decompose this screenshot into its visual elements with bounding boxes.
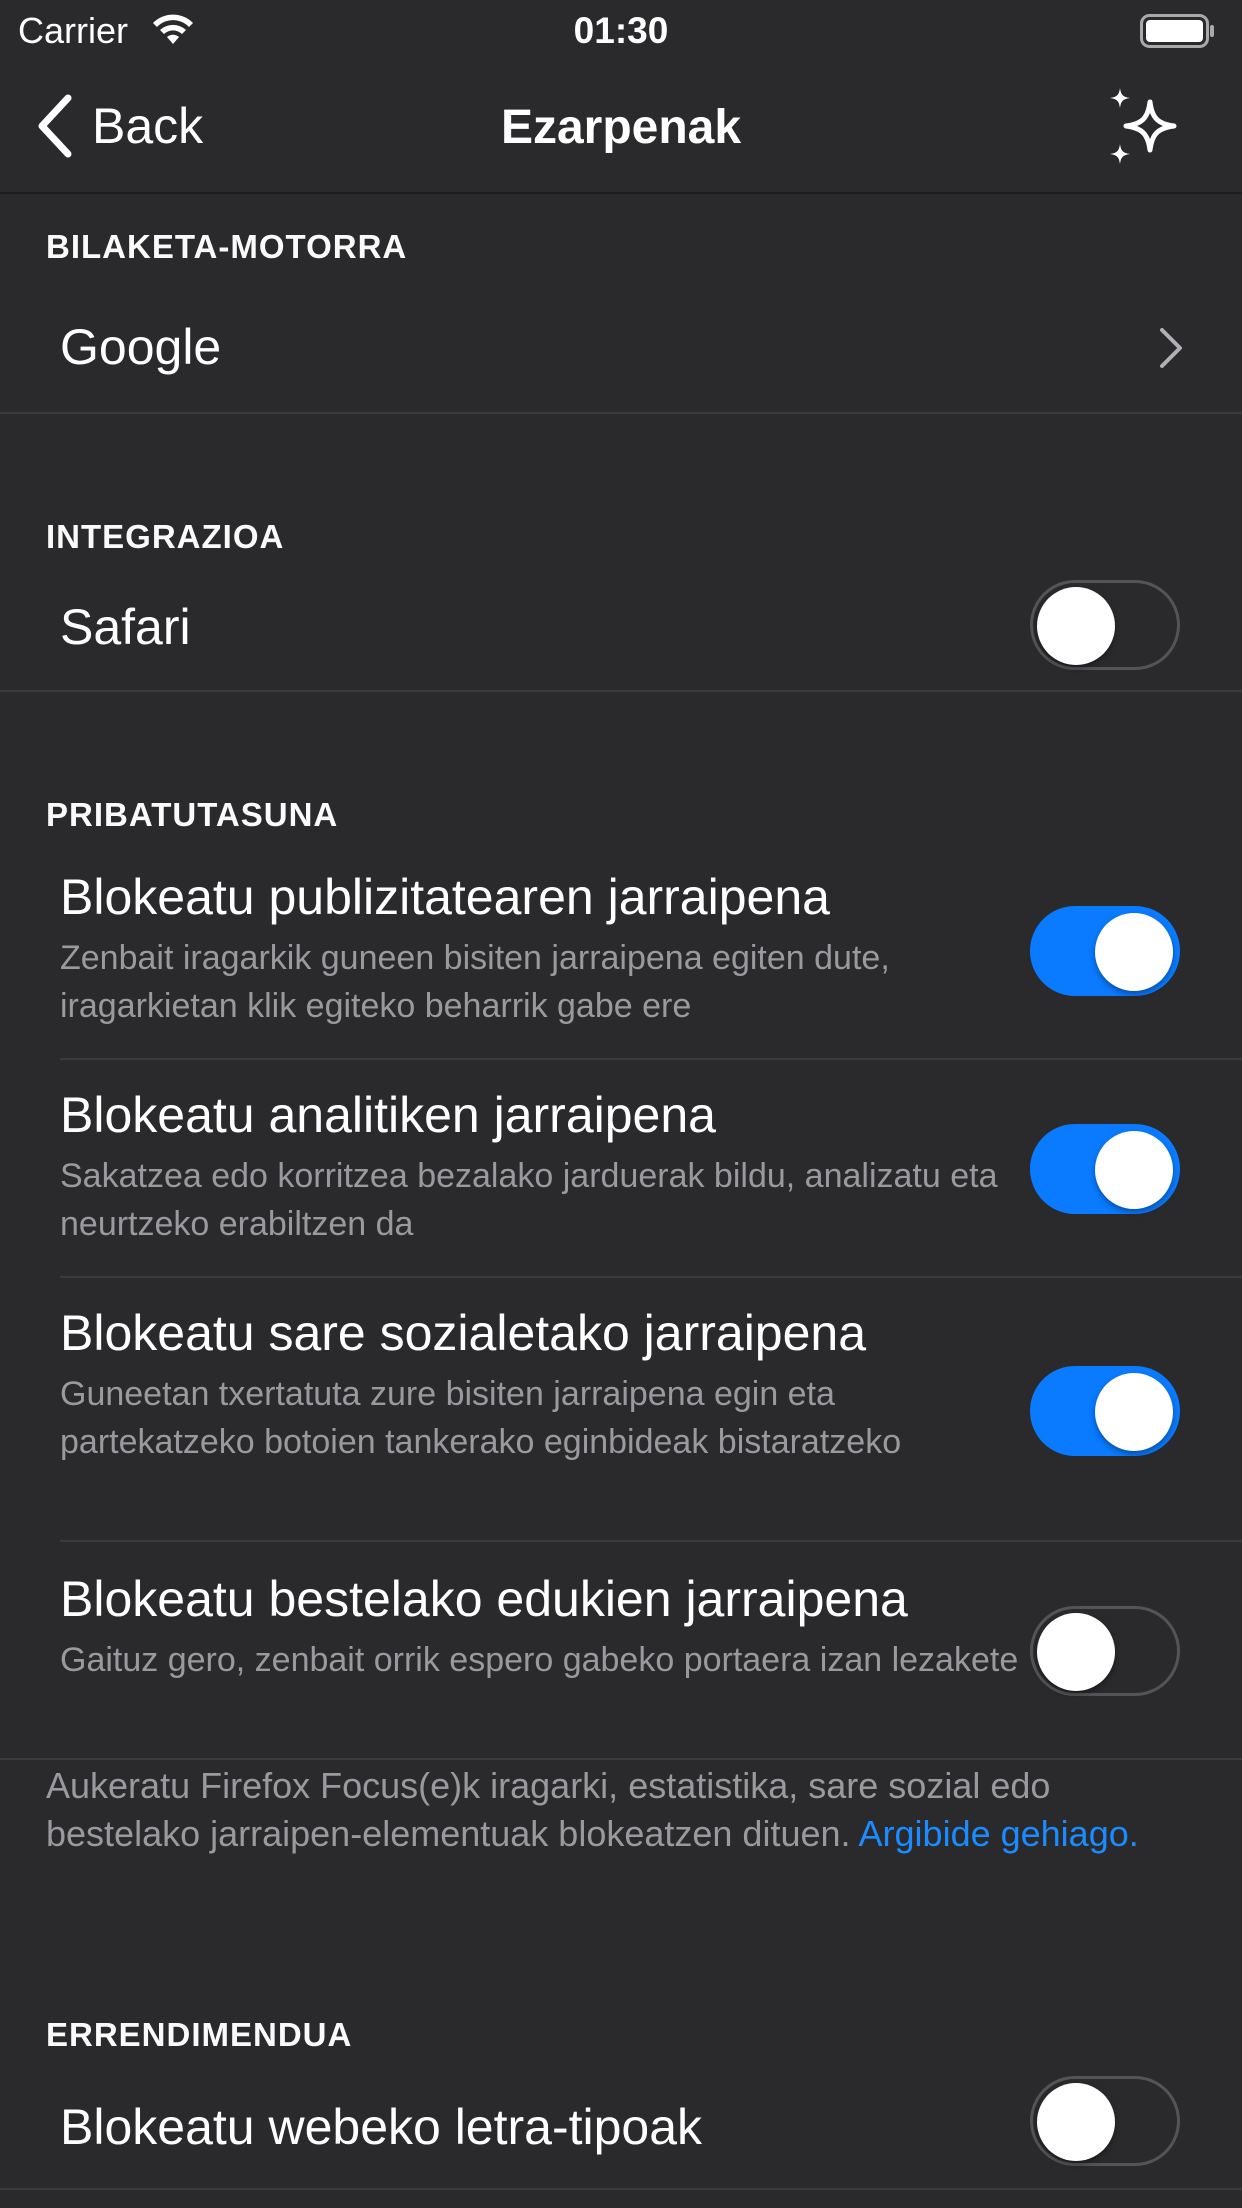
divider xyxy=(0,1758,1242,1760)
section-header-privacy: PRIBATUTASUNA xyxy=(46,796,339,833)
divider xyxy=(60,1058,1242,1060)
toggle-knob xyxy=(1037,2083,1115,2161)
chevron-right-icon[interactable] xyxy=(1156,324,1186,372)
ad-tracking-title: Blokeatu publizitatearen jarraipena xyxy=(60,869,830,925)
sparkle-icon[interactable] xyxy=(1104,84,1188,168)
battery-icon xyxy=(1140,14,1214,48)
safari-toggle[interactable] xyxy=(1030,580,1180,670)
toggle-knob xyxy=(1095,913,1173,991)
section-header-integration: INTEGRAZIOA xyxy=(46,518,285,555)
privacy-footer-note: Aukeratu Firefox Focus(e)k iragarki, est… xyxy=(46,1762,1186,1858)
search-engine-value[interactable]: Google xyxy=(60,318,221,376)
ad-tracking-toggle[interactable] xyxy=(1030,906,1180,996)
section-header-performance: ERRENDIMENDUA xyxy=(46,2016,353,2053)
social-tracking-toggle[interactable] xyxy=(1030,1366,1180,1456)
divider xyxy=(0,412,1242,414)
divider xyxy=(60,1540,1242,1542)
analytics-tracking-toggle[interactable] xyxy=(1030,1124,1180,1214)
other-tracking-subtitle: Gaituz gero, zenbait orrik espero gabeko… xyxy=(60,1641,1019,1679)
toggle-knob xyxy=(1037,587,1115,665)
learn-more-link[interactable]: Argibide gehiago. xyxy=(859,1813,1139,1854)
analytics-tracking-subtitle: Sakatzea edo korritzea bezalako jarduera… xyxy=(60,1157,998,1243)
status-bar: Carrier 01:30 xyxy=(0,0,1242,62)
analytics-tracking-title: Blokeatu analitiken jarraipena xyxy=(60,1087,716,1143)
block-web-fonts-label: Blokeatu webeko letra-tipoak xyxy=(60,2099,703,2155)
safari-label: Safari xyxy=(60,599,191,655)
ad-tracking-subtitle: Zenbait iragarkik guneen bisiten jarraip… xyxy=(60,939,890,1025)
other-tracking-toggle[interactable] xyxy=(1030,1606,1180,1696)
other-tracking-title: Blokeatu bestelako edukien jarraipena xyxy=(60,1571,908,1627)
section-header-search-engine: BILAKETA-MOTORRA xyxy=(46,228,408,265)
page-title: Ezarpenak xyxy=(500,101,742,154)
divider xyxy=(0,690,1242,692)
divider xyxy=(0,2188,1242,2190)
toggle-knob xyxy=(1095,1373,1173,1451)
divider xyxy=(60,1276,1242,1278)
social-tracking-title: Blokeatu sare sozialetako jarraipena xyxy=(60,1305,867,1361)
block-web-fonts-toggle[interactable] xyxy=(1030,2076,1180,2166)
clock: 01:30 xyxy=(573,10,669,51)
toggle-knob xyxy=(1095,1131,1173,1209)
social-tracking-subtitle: Guneetan txertatuta zure bisiten jarraip… xyxy=(60,1375,902,1461)
navigation-bar: Back Ezarpenak xyxy=(0,62,1242,194)
toggle-knob xyxy=(1037,1613,1115,1691)
